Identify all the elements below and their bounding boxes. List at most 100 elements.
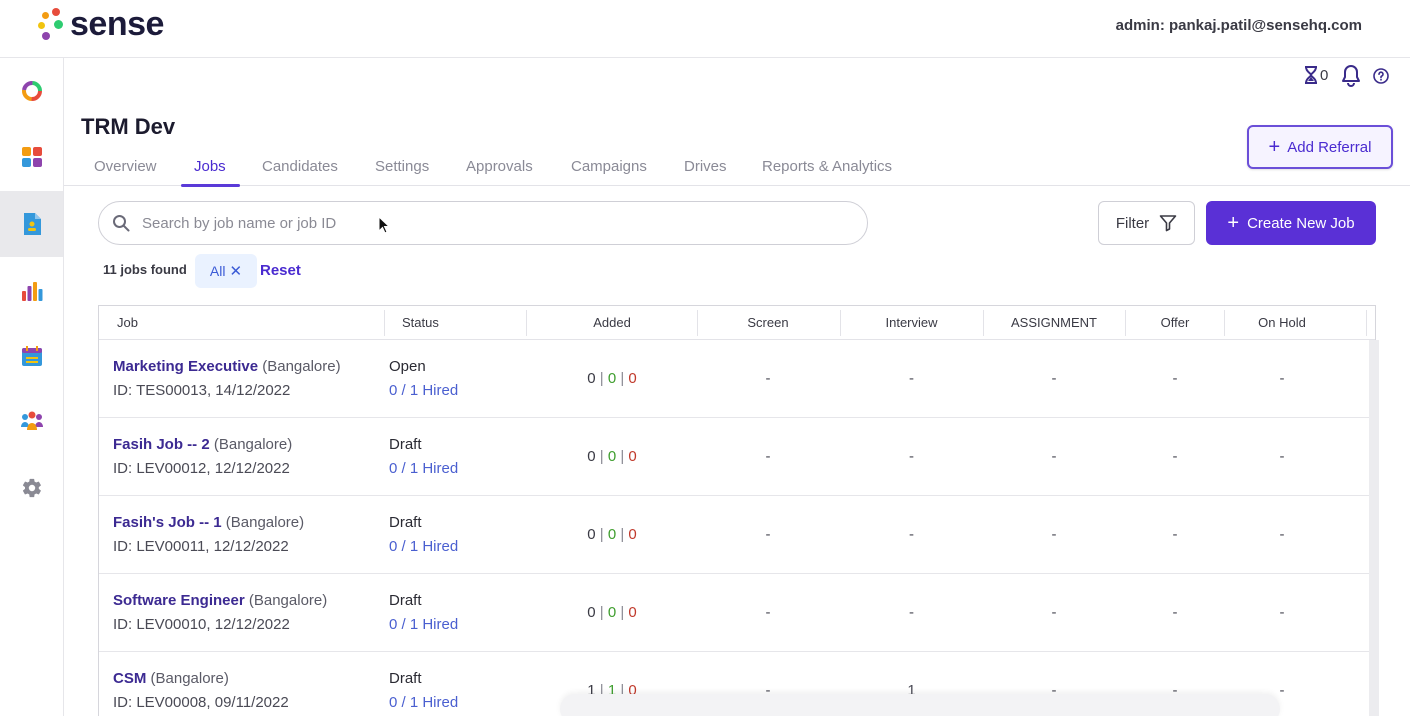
job-title-link[interactable]: Fasih's Job -- 1 <box>113 514 222 531</box>
admin-label[interactable]: admin: pankaj.patil@sensehq.com <box>1116 17 1362 34</box>
offer-count: - <box>1172 526 1178 543</box>
bar-chart-icon <box>21 282 42 301</box>
search-input[interactable] <box>142 214 822 232</box>
hired-count[interactable]: 0 / 1 Hired <box>389 460 458 477</box>
search-icon <box>113 215 130 232</box>
job-location: (Bangalore) <box>213 436 293 453</box>
table-row[interactable]: Software Engineer (Bangalore) ID: LEV000… <box>99 574 1375 652</box>
job-title-link[interactable]: Fasih Job -- 2 <box>113 436 210 453</box>
table-row[interactable]: Marketing Executive (Bangalore) ID: TES0… <box>99 340 1375 418</box>
header-interview[interactable]: Interview <box>840 306 983 340</box>
logo-mark-icon <box>38 6 64 42</box>
offer-count: - <box>1172 604 1178 621</box>
job-id: ID: LEV00008, 09/11/2022 <box>113 694 289 711</box>
page-title: TRM Dev <box>81 114 176 139</box>
hired-count[interactable]: 0 / 1 Hired <box>389 538 458 555</box>
job-id: ID: TES00013, 14/12/2022 <box>113 382 291 399</box>
top-bar: sense admin: pankaj.patil@sensehq.com <box>0 0 1410 58</box>
assignment-count: - <box>1051 604 1057 621</box>
job-status: Draft <box>389 514 422 531</box>
tab-drives[interactable]: Drives <box>684 158 727 175</box>
screen-count: - <box>765 448 771 465</box>
close-icon[interactable]: ✕ <box>229 262 242 280</box>
sense-logo[interactable]: sense <box>38 6 164 42</box>
table-scrollbar[interactable] <box>1369 340 1379 716</box>
tab-jobs[interactable]: Jobs <box>194 158 226 175</box>
header-on-hold[interactable]: On Hold <box>1224 306 1340 340</box>
active-tab-indicator <box>181 184 240 187</box>
on-hold-count: - <box>1279 370 1285 387</box>
sidebar-item-calendar[interactable] <box>0 323 63 389</box>
funnel-icon <box>1159 215 1177 232</box>
sidebar-item-jobs[interactable] <box>0 191 63 257</box>
job-document-icon <box>23 213 41 235</box>
calendar-icon <box>21 346 42 366</box>
create-new-job-button[interactable]: + Create New Job <box>1206 201 1376 245</box>
job-title-link[interactable]: CSM <box>113 670 146 687</box>
screen-count: - <box>765 526 771 543</box>
on-hold-count: - <box>1279 604 1285 621</box>
jobs-table: Job Status Added Screen Interview ASSIGN… <box>98 305 1376 716</box>
filter-chip-label: All <box>209 263 226 279</box>
bottom-overlay <box>560 694 1280 716</box>
hired-count[interactable]: 0 / 1 Hired <box>389 694 458 711</box>
table-header: Job Status Added Screen Interview ASSIGN… <box>99 306 1375 340</box>
job-location: (Bangalore) <box>262 358 341 375</box>
sidebar-item-apps[interactable] <box>0 124 63 190</box>
search-box[interactable] <box>98 201 868 245</box>
table-row[interactable]: Fasih's Job -- 1 (Bangalore) ID: LEV0001… <box>99 496 1375 574</box>
sidebar <box>0 58 64 716</box>
added-counts: 0 | 0 | 0 <box>587 448 637 465</box>
filter-label: Filter <box>1115 214 1150 232</box>
filter-button[interactable]: Filter <box>1098 201 1195 245</box>
job-status: Draft <box>389 592 422 609</box>
tab-overview[interactable]: Overview <box>94 158 157 175</box>
job-location: (Bangalore) <box>225 514 305 531</box>
notifications-button[interactable] <box>1340 64 1362 88</box>
header-assignment[interactable]: ASSIGNMENT <box>983 306 1125 340</box>
job-title-link[interactable]: Software Engineer <box>113 592 245 609</box>
tab-approvals[interactable]: Approvals <box>466 158 533 175</box>
job-status: Draft <box>389 670 422 687</box>
tab-settings[interactable]: Settings <box>375 158 429 175</box>
hired-count[interactable]: 0 / 1 Hired <box>389 616 458 633</box>
filter-chip-all[interactable]: All ✕ <box>195 254 257 288</box>
pending-count: 0 <box>1320 66 1329 84</box>
hired-count[interactable]: 0 / 1 Hired <box>389 382 458 399</box>
help-button[interactable] <box>1373 68 1389 84</box>
header-screen[interactable]: Screen <box>697 306 839 340</box>
jobs-found-count: 11 jobs found <box>103 262 187 277</box>
donut-chart-icon <box>21 81 42 101</box>
sidebar-item-settings[interactable] <box>0 455 63 521</box>
tab-campaigns[interactable]: Campaigns <box>571 158 647 175</box>
sidebar-item-analytics[interactable] <box>0 258 63 324</box>
on-hold-count: - <box>1279 448 1285 465</box>
table-row[interactable]: Fasih Job -- 2 (Bangalore) ID: LEV00012,… <box>99 418 1375 496</box>
tab-candidates[interactable]: Candidates <box>262 158 338 175</box>
sidebar-item-team[interactable] <box>0 388 63 454</box>
plus-icon: + <box>1227 212 1240 234</box>
help-icon <box>1373 68 1389 84</box>
job-title-link[interactable]: Marketing Executive <box>113 358 258 375</box>
offer-count: - <box>1172 448 1178 465</box>
header-job[interactable]: Job <box>117 306 138 340</box>
people-group-icon <box>20 411 43 430</box>
screen-count: - <box>765 604 771 621</box>
tab-bar: Overview Jobs Candidates Settings Approv… <box>64 146 1410 187</box>
added-counts: 0 | 0 | 0 <box>587 604 637 621</box>
assignment-count: - <box>1051 526 1057 543</box>
pending-counter[interactable]: 0 <box>1304 66 1328 84</box>
header-status[interactable]: Status <box>402 306 439 340</box>
tab-reports-analytics[interactable]: Reports & Analytics <box>762 158 892 175</box>
job-location: (Bangalore) <box>248 592 328 609</box>
interview-count: - <box>909 526 914 543</box>
header-offer[interactable]: Offer <box>1125 306 1225 340</box>
logo-text: sense <box>70 5 164 43</box>
job-id: ID: LEV00010, 12/12/2022 <box>113 616 290 633</box>
added-counts: 0 | 0 | 0 <box>587 526 637 543</box>
header-added[interactable]: Added <box>527 306 697 340</box>
reset-link[interactable]: Reset <box>260 262 301 279</box>
job-id: ID: LEV00011, 12/12/2022 <box>113 538 289 555</box>
assignment-count: - <box>1051 370 1057 387</box>
sidebar-item-dashboard[interactable] <box>0 58 63 124</box>
